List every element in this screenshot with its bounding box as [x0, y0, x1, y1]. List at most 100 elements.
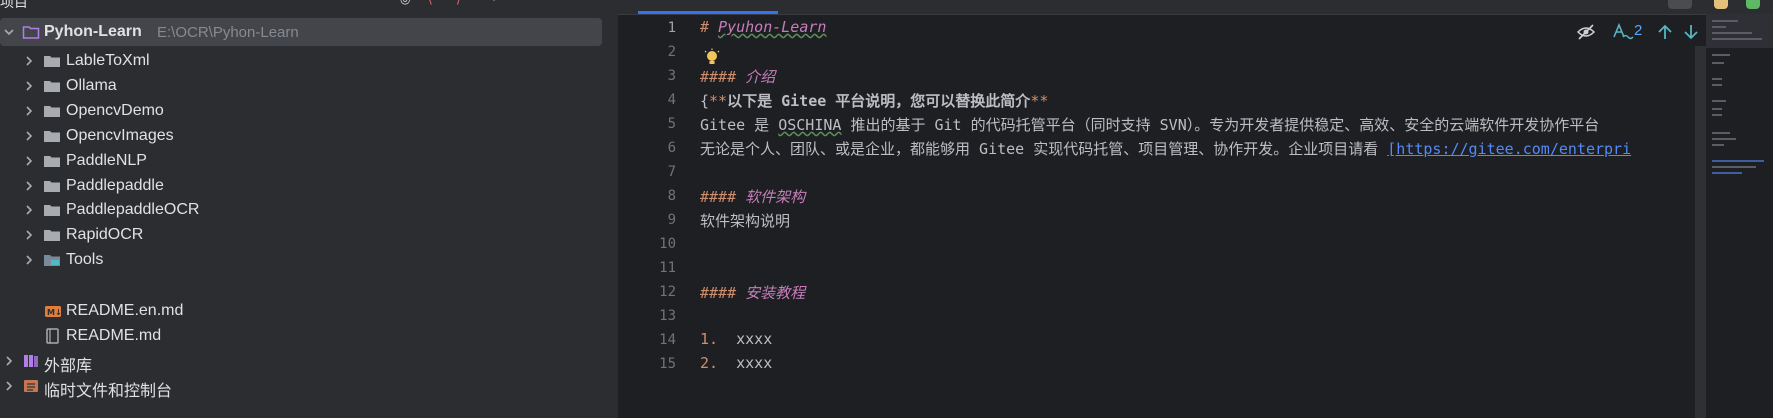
- typo-word: OSCHINA: [778, 116, 842, 134]
- minimap-line: [1712, 54, 1730, 56]
- tab-readme[interactable]: [638, 0, 778, 14]
- tree-folder-row[interactable]: PaddleNLP: [0, 147, 618, 175]
- tree-folder-row[interactable]: Ollama: [0, 72, 618, 100]
- tree-file-row[interactable]: M↓ README.en.md: [0, 297, 618, 325]
- collapse-all-icon[interactable]: ⟩: [456, 0, 461, 6]
- minimap-line: [1712, 62, 1724, 64]
- line-number[interactable]: 9: [618, 212, 676, 228]
- scratches-row[interactable]: 临时文件和控制台: [0, 372, 618, 400]
- folder-icon: [43, 227, 61, 243]
- tree-folder-row[interactable]: OpencvDemo: [0, 97, 618, 125]
- chevron-right-icon[interactable]: [22, 253, 36, 267]
- tree-folder-row[interactable]: Paddlepaddle: [0, 172, 618, 200]
- list-number: 1.: [700, 330, 719, 348]
- chevron-right-icon[interactable]: [22, 54, 36, 68]
- minimap-line: [1712, 172, 1742, 174]
- chevron-right-icon[interactable]: [22, 129, 36, 143]
- minimap-line: [1712, 144, 1724, 146]
- tree-folder-label: Ollama: [66, 76, 117, 94]
- code-view[interactable]: # Pyuhon-Learn #### 介绍 {**以下是 Gitee 平台说明…: [700, 14, 1695, 418]
- project-panel-header: 项目 ◎ ⟨ ⟩ •: [0, 0, 618, 10]
- line-number[interactable]: 1: [618, 20, 676, 36]
- eye-crossed-icon[interactable]: [1576, 22, 1596, 47]
- options-icon[interactable]: •: [492, 0, 496, 6]
- chevron-right-icon[interactable]: [22, 203, 36, 217]
- chevron-down-icon[interactable]: [2, 25, 16, 39]
- line-number[interactable]: 3: [618, 68, 676, 84]
- minimap-line: [1712, 20, 1738, 22]
- line-number[interactable]: 13: [618, 308, 676, 324]
- code-line-3[interactable]: #### 介绍: [700, 66, 775, 87]
- tree-folder-row[interactable]: OpencvImages: [0, 122, 618, 150]
- code-line-4[interactable]: {**以下是 Gitee 平台说明，您可以替换此简介**: [700, 90, 1048, 111]
- tree-folder-label: OpencvImages: [66, 126, 174, 144]
- line-number[interactable]: 11: [618, 260, 676, 276]
- previous-highlight-icon[interactable]: [1656, 22, 1674, 47]
- enterprise-link[interactable]: [https://gitee.com/enterpri: [1387, 140, 1631, 158]
- tree-folder-row[interactable]: PaddlepaddleOCR: [0, 196, 618, 224]
- warning-indicator[interactable]: [1714, 0, 1728, 9]
- tree-folder-label: LableToXml: [66, 52, 150, 69]
- line-number[interactable]: 2: [618, 44, 676, 60]
- heading-text: 安装教程: [745, 284, 806, 302]
- line-number[interactable]: 15: [618, 356, 676, 372]
- chevron-right-icon[interactable]: [2, 354, 16, 368]
- line-number[interactable]: 5: [618, 116, 676, 132]
- plain-text: Gitee 是: [700, 116, 779, 134]
- code-line-9[interactable]: 软件架构说明: [700, 210, 790, 231]
- locate-icon[interactable]: ◎: [400, 0, 410, 6]
- ok-indicator[interactable]: [1746, 0, 1760, 9]
- code-line-1[interactable]: # Pyuhon-Learn: [700, 18, 826, 36]
- line-number[interactable]: 7: [618, 164, 676, 180]
- minimap-line: [1712, 100, 1726, 102]
- tree-folder-row[interactable]: Tools: [0, 246, 618, 274]
- line-number[interactable]: 4: [618, 92, 676, 108]
- plain-text: xxxx: [718, 330, 773, 348]
- folder-icon: [43, 178, 61, 194]
- chevron-right-icon[interactable]: [22, 228, 36, 242]
- folder-icon: [43, 153, 61, 169]
- vertical-scrollbar[interactable]: [1695, 46, 1706, 418]
- chevron-right-icon[interactable]: [22, 154, 36, 168]
- tree-folder-row[interactable]: LableToXml: [0, 47, 618, 75]
- plain-text: xxxx: [718, 354, 773, 372]
- code-line-5[interactable]: Gitee 是 OSCHINA 推出的基于 Git 的代码托管平台（同时支持 S…: [700, 114, 1599, 135]
- code-minimap[interactable]: [1706, 14, 1773, 418]
- chevron-right-icon[interactable]: [2, 379, 16, 393]
- minimap-line: [1712, 114, 1722, 116]
- code-line-6[interactable]: 无论是个人、团队、或是企业，都能够用 Gitee 实现代码托管、项目管理、协作开…: [700, 138, 1631, 159]
- line-number[interactable]: 14: [618, 332, 676, 348]
- code-line-15[interactable]: 2. xxxx: [700, 354, 772, 372]
- minimap-line: [1712, 84, 1722, 86]
- tree-root-row[interactable]: Pyhon-Learn E:\OCR\Pyhon-Learn: [0, 18, 602, 46]
- typo-icon[interactable]: [1612, 22, 1634, 47]
- typo-count: 2: [1634, 22, 1643, 39]
- expand-all-icon[interactable]: ⟨: [428, 0, 433, 6]
- book-file-icon: [44, 328, 62, 344]
- code-line-8[interactable]: #### 软件架构: [700, 186, 805, 207]
- editor-tab-strip: [618, 0, 1773, 15]
- line-number[interactable]: 8: [618, 188, 676, 204]
- code-line-14[interactable]: 1. xxxx: [700, 330, 772, 348]
- chevron-right-icon[interactable]: [22, 79, 36, 93]
- chevron-right-icon[interactable]: [22, 104, 36, 118]
- bold-text: 以下是 Gitee 平台说明，您可以替换此简介: [727, 92, 1031, 110]
- tree-folder-label: Paddlepaddle: [66, 176, 164, 194]
- tree-file-row[interactable]: README.md: [0, 322, 618, 350]
- folder-icon: [43, 78, 61, 94]
- scratches-label: 临时文件和控制台: [44, 383, 173, 400]
- brace-text: {: [700, 92, 710, 110]
- heading-marker: #: [700, 18, 719, 36]
- code-line-12[interactable]: #### 安装教程: [700, 282, 805, 303]
- bold-marker: **: [709, 92, 728, 110]
- editor-menu-button[interactable]: [1668, 0, 1692, 9]
- line-number[interactable]: 10: [618, 236, 676, 252]
- next-highlight-icon[interactable]: [1682, 22, 1700, 47]
- folder-icon: [43, 202, 61, 218]
- chevron-right-icon[interactable]: [22, 179, 36, 193]
- line-number[interactable]: 12: [618, 284, 676, 300]
- external-libraries-row[interactable]: 外部库: [0, 347, 618, 375]
- minimap-line: [1712, 78, 1722, 80]
- tree-folder-row[interactable]: RapidOCR: [0, 221, 618, 249]
- line-number[interactable]: 6: [618, 140, 676, 156]
